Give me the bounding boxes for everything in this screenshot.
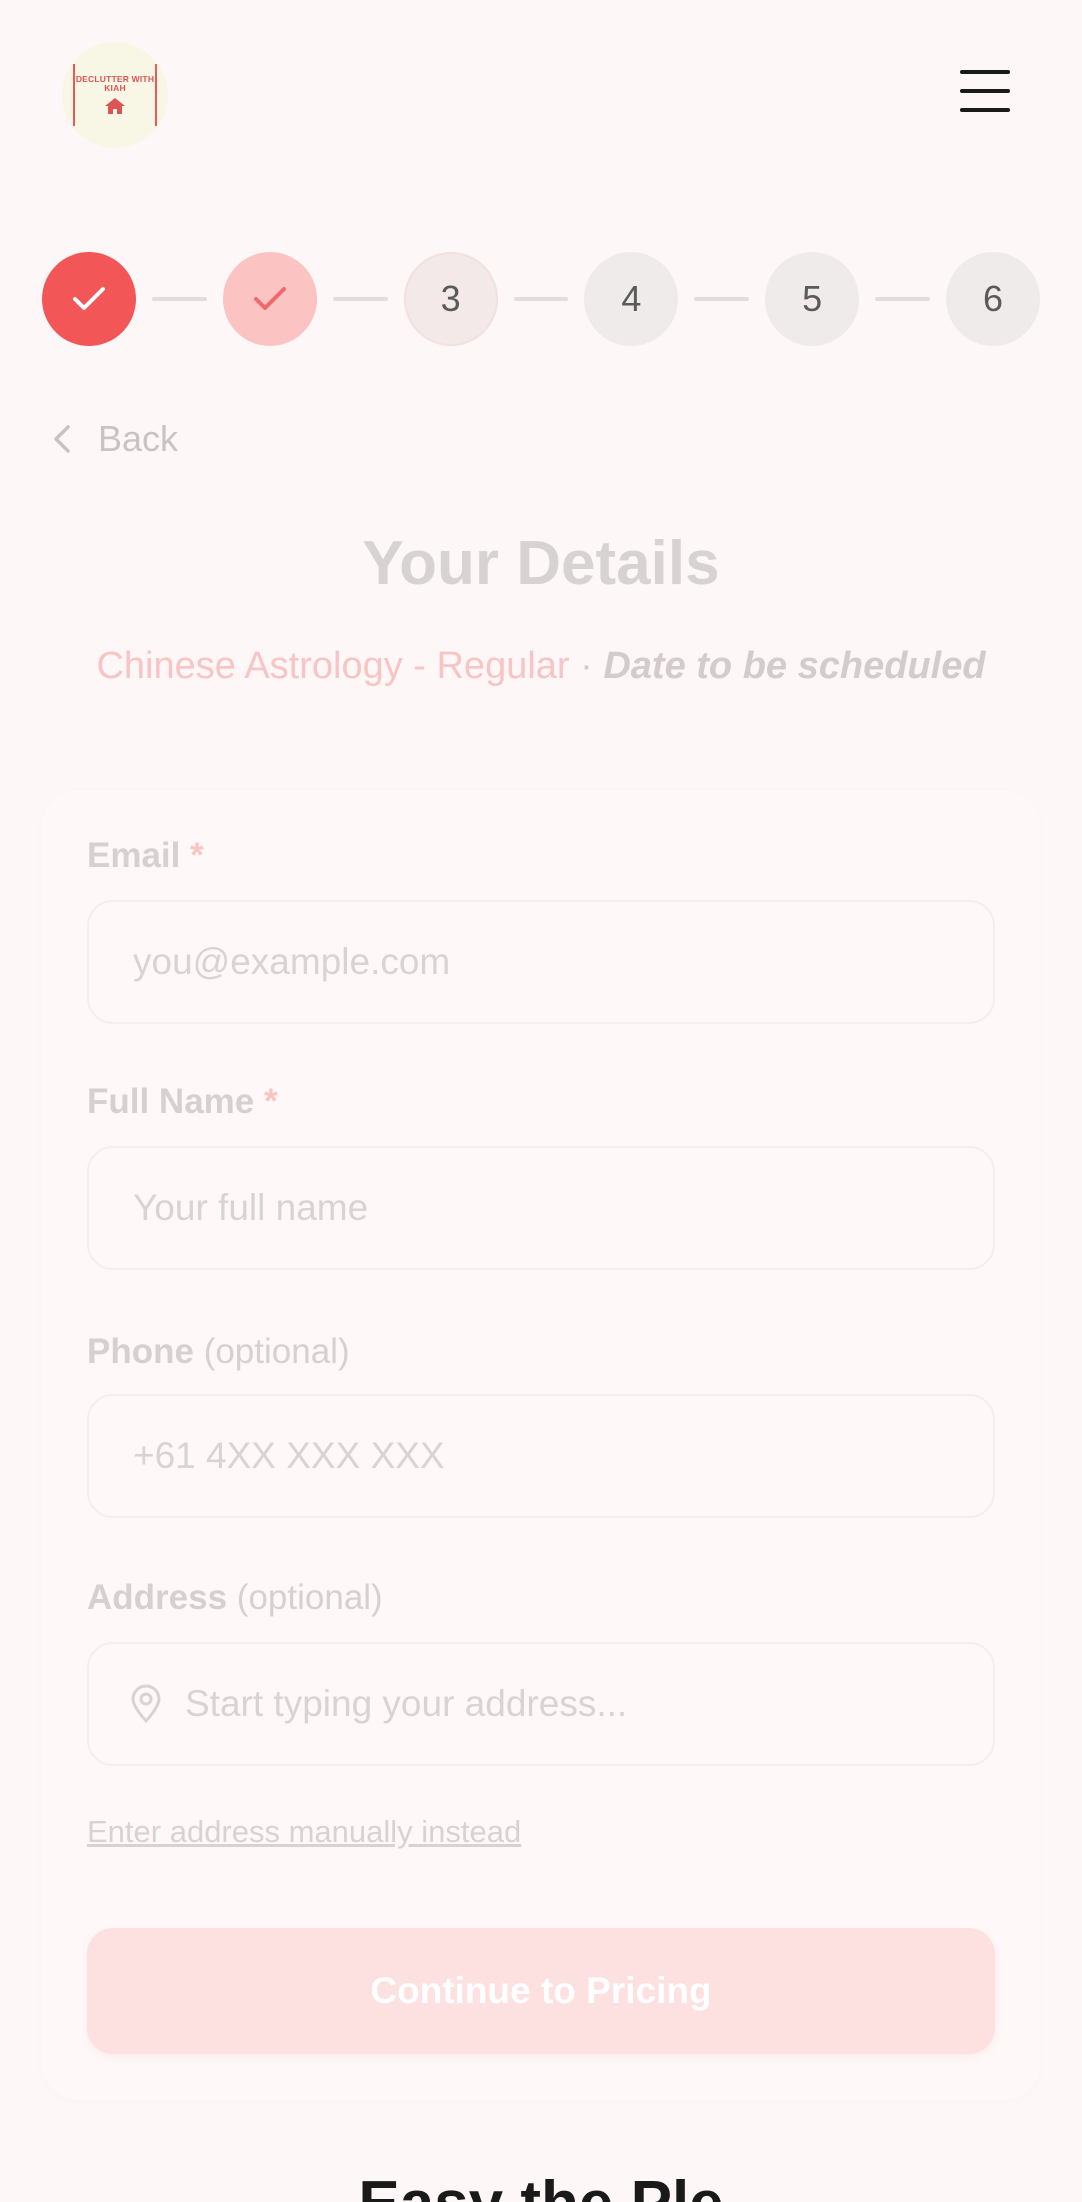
logo-mark: DECLUTTER WITH KIAH: [73, 64, 157, 126]
step-3-current: 3: [403, 252, 498, 346]
progress-stepper: 3 4 5 6: [42, 252, 1040, 346]
manual-address-link[interactable]: Enter address manually instead: [87, 1814, 521, 1850]
phone-label: Phone (optional): [87, 1332, 350, 1372]
separator: ·: [580, 645, 593, 687]
location-pin-icon: [131, 1684, 161, 1724]
step-connector: [513, 297, 569, 301]
full-name-label-text: Full Name: [87, 1082, 255, 1121]
check-icon: [73, 287, 105, 310]
hamburger-menu-icon[interactable]: [960, 70, 1010, 112]
email-placeholder: you@example.com: [133, 941, 451, 982]
full-name-field[interactable]: Your full name: [87, 1146, 995, 1270]
required-mark: *: [190, 836, 204, 875]
phone-placeholder: +61 4XX XXX XXX: [133, 1435, 445, 1476]
step-6: 6: [945, 252, 1040, 346]
step-connector: [694, 297, 750, 301]
email-label-text: Email: [87, 836, 181, 875]
phone-field[interactable]: +61 4XX XXX XXX: [87, 1394, 995, 1518]
chevron-left-icon: [54, 425, 70, 453]
menu-bar: [960, 108, 1010, 112]
menu-bar: [960, 70, 1010, 74]
step-connector: [152, 297, 207, 301]
step-5: 5: [765, 252, 860, 346]
step-connector: [875, 297, 930, 301]
address-label: Address (optional): [87, 1578, 383, 1618]
email-field[interactable]: you@example.com: [87, 900, 995, 1024]
required-mark: *: [264, 1082, 278, 1121]
continue-to-pricing-button[interactable]: Continue to Pricing: [87, 1928, 995, 2054]
step-2-completed[interactable]: [222, 252, 317, 346]
check-icon: [253, 287, 286, 310]
address-label-text: Address: [87, 1578, 228, 1617]
back-button[interactable]: Back: [50, 418, 178, 460]
step-1-completed[interactable]: [42, 252, 136, 346]
address-field[interactable]: Start typing your address...: [87, 1642, 995, 1766]
brand-logo[interactable]: DECLUTTER WITH KIAH: [62, 42, 168, 148]
logo-text: DECLUTTER WITH KIAH: [75, 74, 155, 93]
phone-label-text: Phone: [87, 1332, 194, 1371]
section-heading: Easy the Ple: [0, 2168, 1082, 2202]
service-name: Chinese Astrology - Regular: [96, 645, 570, 687]
step-4: 4: [584, 252, 679, 346]
page-title: Your Details: [362, 529, 720, 598]
full-name-label: Full Name *: [87, 1082, 278, 1122]
booking-date: Date to be scheduled: [603, 645, 986, 687]
house-icon: [105, 98, 125, 114]
booking-summary: Chinese Astrology - Regular · Date to be…: [0, 645, 1082, 688]
optional-mark: (optional): [236, 1578, 383, 1617]
page-root: DECLUTTER WITH KIAH 3 4 5 6 Back Your De…: [0, 0, 1082, 2202]
email-label: Email *: [87, 836, 204, 876]
step-connector: [332, 297, 388, 301]
menu-bar: [960, 89, 1010, 93]
address-placeholder: Start typing your address...: [185, 1683, 628, 1724]
optional-mark: (optional): [203, 1332, 350, 1371]
full-name-placeholder: Your full name: [133, 1187, 369, 1228]
back-label: Back: [98, 418, 179, 459]
